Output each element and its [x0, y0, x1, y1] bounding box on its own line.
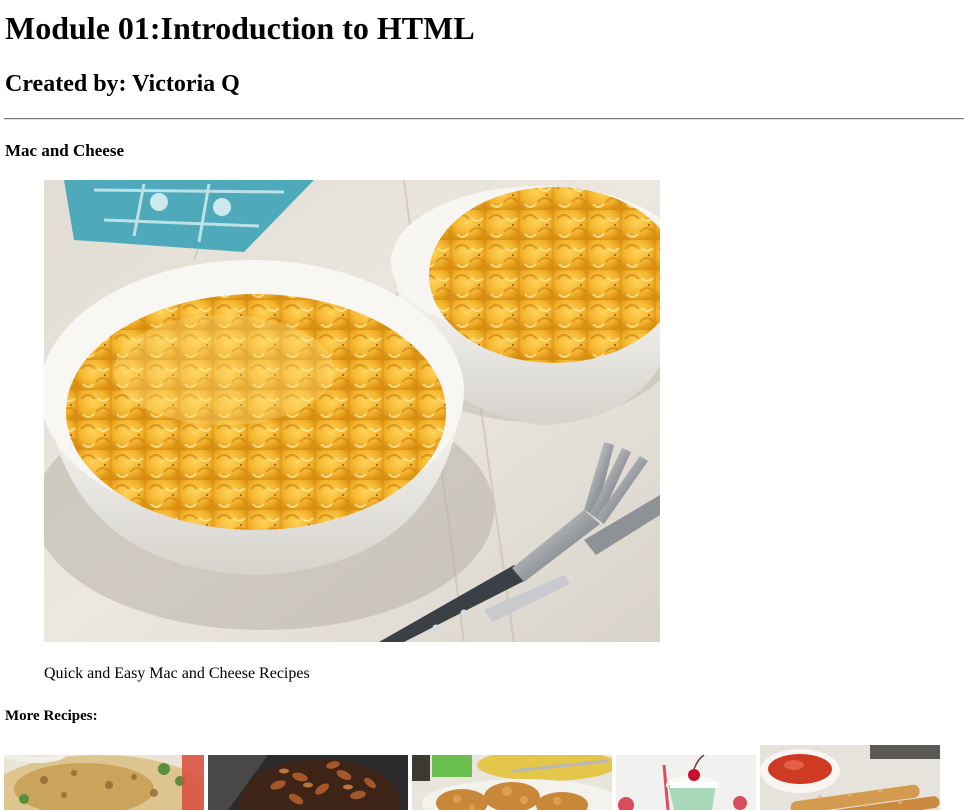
author-line: Created by: Victoria Q — [5, 71, 240, 97]
more-recipes-heading: More Recipes: — [5, 708, 98, 724]
pecan-brownies-image — [208, 755, 408, 810]
recipe-thumbnail-pecan-brownies[interactable] — [208, 755, 408, 810]
page: Module 01:Introduction to HTML Created b… — [0, 0, 964, 810]
page-title: Module 01:Introduction to HTML — [5, 10, 475, 46]
recipe-heading: Mac and Cheese — [5, 141, 124, 160]
mint-milkshake-image — [616, 755, 756, 810]
recipe-thumbnail-casserole[interactable] — [4, 755, 204, 810]
recipe-thumbnail-fried-chicken[interactable] — [412, 755, 612, 810]
fried-chicken-image — [412, 755, 612, 810]
mac-and-cheese-image — [44, 180, 660, 642]
recipe-thumbnail-mint-milkshake[interactable] — [616, 755, 756, 810]
mozzarella-sticks-image — [760, 745, 940, 810]
image-caption: Quick and Easy Mac and Cheese Recipes — [44, 665, 310, 682]
divider — [4, 118, 964, 120]
mac-and-cheese-illustration — [44, 180, 660, 642]
recipe-thumbnail-mozzarella-sticks[interactable] — [760, 745, 940, 810]
casserole-image — [4, 755, 204, 810]
